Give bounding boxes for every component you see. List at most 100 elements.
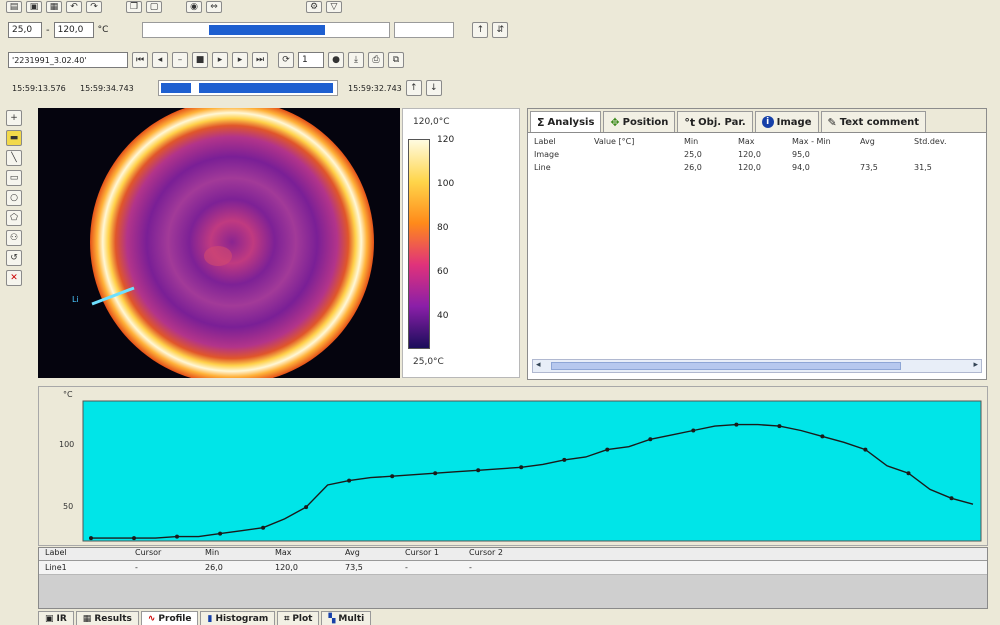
range-max-input[interactable]: 120,0 bbox=[53, 22, 94, 38]
column-header[interactable]: Max - Min bbox=[792, 137, 860, 146]
print-icon[interactable]: ▦ bbox=[46, 1, 62, 13]
ellipse-tool-icon[interactable]: ○ bbox=[6, 190, 22, 206]
tab-label: Results bbox=[94, 613, 132, 624]
column-header[interactable]: Std.dev. bbox=[914, 137, 974, 146]
profile-chart: °C 100 50 bbox=[38, 386, 988, 546]
snapshot-icon[interactable]: ⎙ bbox=[368, 52, 384, 68]
range-min-input[interactable]: 25,0 bbox=[8, 22, 42, 38]
tab-image[interactable]: i Image bbox=[754, 111, 819, 132]
scroll-right-icon[interactable]: ▸ bbox=[973, 360, 978, 370]
column-header[interactable]: Label bbox=[534, 137, 594, 146]
paste-icon[interactable]: ▢ bbox=[146, 1, 162, 13]
range-auto-icon[interactable]: ⇵ bbox=[492, 22, 509, 38]
table-cell: 120,0 bbox=[738, 163, 761, 172]
analysis-tabs: Σ Analysis ✥ Position °t Obj. Par. i Image ✎… bbox=[528, 109, 986, 133]
column-header[interactable]: Label bbox=[39, 548, 129, 560]
sequence-icon[interactable]: ⧉ bbox=[388, 52, 404, 68]
profile-point bbox=[949, 496, 954, 501]
column-header[interactable]: Avg bbox=[860, 137, 914, 146]
scale-top-label: 120,0°C bbox=[413, 117, 450, 127]
column-header[interactable]: Min bbox=[199, 548, 269, 560]
scroll-left-icon[interactable]: ◂ bbox=[536, 360, 541, 370]
first-frame-icon[interactable]: ⏮ bbox=[132, 52, 148, 68]
plot-area bbox=[82, 400, 982, 542]
export-icon[interactable]: ⤓ bbox=[348, 52, 364, 68]
table-row[interactable]: Line1 - 26,0 120,0 73,5 - - bbox=[39, 561, 987, 575]
tab-label: Analysis bbox=[547, 116, 595, 128]
time-toolbar: 15:59:13.576 15:59:34.743 15:59:32.743 ↑… bbox=[12, 80, 442, 96]
tab-multi[interactable]: ▚ Multi bbox=[321, 611, 372, 625]
loop-icon[interactable]: ⟳ bbox=[278, 52, 294, 68]
tab-analysis[interactable]: Σ Analysis bbox=[530, 111, 602, 132]
scale-tick: 80 bbox=[437, 223, 449, 233]
table-row[interactable]: Line 26,0 120,0 94,0 73,5 31,5 bbox=[534, 161, 980, 174]
pointer-tool-icon[interactable]: + bbox=[6, 110, 22, 126]
minus-icon[interactable]: – bbox=[172, 52, 188, 68]
column-header[interactable]: Max bbox=[738, 137, 792, 146]
person-tool-icon[interactable]: ⚇ bbox=[6, 230, 22, 246]
line-tool-icon[interactable]: ╲ bbox=[6, 150, 22, 166]
measure-icon[interactable]: ⇔ bbox=[206, 1, 222, 13]
column-header[interactable]: Value [°C] bbox=[594, 137, 684, 146]
table-cell: 25,0 bbox=[684, 150, 702, 159]
analysis-panel: Σ Analysis ✥ Position °t Obj. Par. i Image ✎… bbox=[527, 108, 987, 380]
redo-icon[interactable]: ↷ bbox=[86, 1, 102, 13]
scrollbar-thumb[interactable] bbox=[551, 362, 901, 370]
last-frame-icon[interactable]: ⏭ bbox=[252, 52, 268, 68]
tab-position[interactable]: ✥ Position bbox=[603, 111, 676, 132]
copy-icon[interactable]: ❐ bbox=[126, 1, 142, 13]
histogram-icon: ▮ bbox=[207, 613, 213, 624]
column-header[interactable]: Cursor 1 bbox=[399, 548, 463, 560]
tab-ir[interactable]: ▣ IR bbox=[38, 611, 74, 625]
column-header[interactable]: Cursor 2 bbox=[463, 548, 527, 560]
time-slider[interactable] bbox=[158, 80, 338, 96]
left-tool-column: + ▬ ╲ ▭ ○ ⬠ ⚇ ↺ ✕ bbox=[6, 110, 22, 286]
table-row[interactable]: Image 25,0 120,0 95,0 bbox=[534, 148, 980, 161]
camera-icon[interactable]: ◉ bbox=[186, 1, 202, 13]
rotate-tool-icon[interactable]: ↺ bbox=[6, 250, 22, 266]
column-header[interactable]: Max bbox=[269, 548, 339, 560]
play-icon[interactable]: ▸ bbox=[212, 52, 228, 68]
column-header[interactable]: Min bbox=[684, 137, 738, 146]
column-header[interactable]: Avg bbox=[339, 548, 399, 560]
time-down-icon[interactable]: ↓ bbox=[425, 80, 442, 96]
open-icon[interactable]: ▤ bbox=[6, 1, 22, 13]
area-tool-icon[interactable]: ▬ bbox=[6, 130, 22, 146]
tab-profile[interactable]: ∿ Profile bbox=[140, 611, 199, 625]
thermal-image[interactable]: Li bbox=[38, 108, 400, 378]
save-icon[interactable]: ▣ bbox=[26, 1, 42, 13]
rectangle-tool-icon[interactable]: ▭ bbox=[6, 170, 22, 186]
comment-icon: ✎ bbox=[827, 115, 837, 129]
profile-point bbox=[476, 468, 481, 473]
range-lock-icon[interactable]: ↑ bbox=[472, 22, 489, 38]
column-header[interactable]: Cursor bbox=[129, 548, 199, 560]
range-slider[interactable] bbox=[142, 22, 391, 38]
profile-chart-svg[interactable]: °C 100 50 bbox=[39, 387, 989, 547]
stop-icon[interactable]: ■ bbox=[192, 52, 208, 68]
range-slider-thumb[interactable] bbox=[209, 25, 326, 35]
profile-point bbox=[906, 471, 911, 476]
undo-icon[interactable]: ↶ bbox=[66, 1, 82, 13]
tab-object-params[interactable]: °t Obj. Par. bbox=[677, 111, 753, 132]
tab-results[interactable]: ▦ Results bbox=[75, 611, 139, 625]
zoom-field[interactable]: 1 bbox=[298, 52, 324, 68]
time-slider-thumb-right[interactable] bbox=[199, 83, 333, 93]
settings-icon[interactable]: ⚙ bbox=[306, 1, 322, 13]
tab-histogram[interactable]: ▮ Histogram bbox=[200, 611, 276, 625]
polygon-tool-icon[interactable]: ⬠ bbox=[6, 210, 22, 226]
time-up-icon[interactable]: ↑ bbox=[405, 80, 422, 96]
color-scale-bar[interactable] bbox=[408, 139, 430, 349]
range-slider-end[interactable] bbox=[394, 22, 455, 38]
record-icon[interactable]: ● bbox=[328, 52, 344, 68]
horizontal-scrollbar[interactable]: ◂ ▸ bbox=[532, 359, 982, 373]
next-frame-icon[interactable]: ▸ bbox=[232, 52, 248, 68]
filter-icon[interactable]: ▽ bbox=[326, 1, 342, 13]
table-cell: Line1 bbox=[45, 563, 67, 572]
prev-frame-icon[interactable]: ◂ bbox=[152, 52, 168, 68]
info-icon: i bbox=[761, 116, 774, 128]
tab-text-comment[interactable]: ✎ Text comment bbox=[820, 111, 927, 132]
tab-plot[interactable]: ⌗ Plot bbox=[277, 611, 320, 625]
time-slider-thumb-left[interactable] bbox=[161, 83, 191, 93]
file-label-field[interactable]: '2231991_3.02.40' bbox=[8, 52, 128, 68]
delete-tool-icon[interactable]: ✕ bbox=[6, 270, 22, 286]
